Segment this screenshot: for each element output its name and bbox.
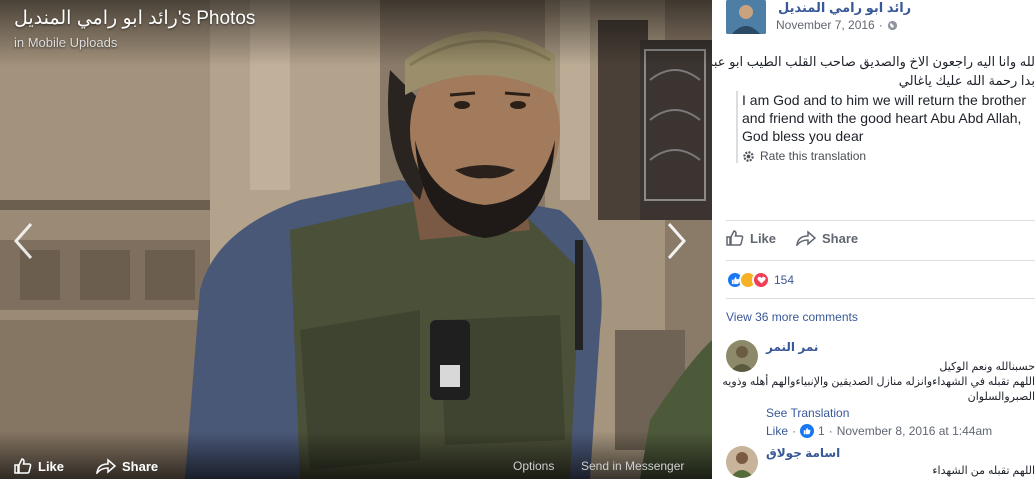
post-like-label: Like <box>750 230 777 246</box>
photo-viewer: رائد ابو رامي المنديل's Photos in Mobile… <box>0 0 712 479</box>
post-text-line: لله وانا اليه راجعون الاخ والصديق صاحب ا… <box>712 54 1035 69</box>
thumbs-up-icon <box>14 458 32 474</box>
viewer-topbar: رائد ابو رامي المنديل's Photos in Mobile… <box>0 0 712 66</box>
photo-image <box>0 0 712 479</box>
comment-line: حسبنالله ونعم الوكيل <box>939 361 1035 373</box>
post-actions: Like Share <box>726 230 858 246</box>
meta-separator: · <box>792 424 797 438</box>
avatar-image <box>726 0 766 34</box>
viewer-bottombar: Like Share Options Send in Messenger <box>0 431 712 479</box>
viewer-like-label: Like <box>38 458 65 474</box>
post-text-line: بدا رحمة الله عليك ياغالي <box>898 73 1035 88</box>
comment-like-link[interactable]: Like <box>766 424 788 438</box>
meta-separator: · <box>878 18 883 32</box>
post-text-arabic: لله وانا اليه راجعون الاخ والصديق صاحب ا… <box>712 52 1035 90</box>
comment-text: حسبنالله ونعم الوكيل اللهم تقبله في الشه… <box>722 360 1035 405</box>
viewer-share-label: Share <box>122 458 159 474</box>
commenter-name[interactable]: اسامة جولاق <box>766 446 840 460</box>
viewer-share-button[interactable]: Share <box>96 458 158 474</box>
reaction-count: 154 <box>774 273 795 287</box>
translation-line: I am God and to him we will return the b… <box>742 92 1027 108</box>
chevron-left-icon <box>13 223 33 259</box>
gear-icon <box>743 150 754 162</box>
post-header: رائد ابو رامي المنديل November 7, 2016 · <box>726 0 1026 40</box>
options-link[interactable]: Options <box>513 459 554 473</box>
photo[interactable] <box>0 0 712 479</box>
meta-separator: · <box>828 424 833 438</box>
comment-item: اسامة جولاق اللهم تقبله من الشهداء <box>726 446 1035 479</box>
rate-translation-link[interactable]: Rate this translation <box>742 149 1035 163</box>
love-reaction-icon <box>752 271 770 289</box>
like-reaction-icon <box>800 424 815 438</box>
comment-item: نمر النمر حسبنالله ونعم الوكيل اللهم تقب… <box>722 340 1035 440</box>
chevron-right-icon <box>667 223 687 259</box>
see-translation-link[interactable]: See Translation <box>766 406 849 420</box>
album-title[interactable]: رائد ابو رامي المنديل's Photos <box>14 7 255 30</box>
send-in-messenger-link[interactable]: Send in Messenger <box>581 459 684 473</box>
divider <box>726 220 1035 221</box>
comment-like-count[interactable]: 1 <box>818 424 825 438</box>
post-share-button[interactable]: Share <box>796 230 858 246</box>
divider <box>726 298 1035 299</box>
translation-line: and friend with the good heart Abu Abd A… <box>742 110 1022 126</box>
post-like-button[interactable]: Like <box>726 230 776 246</box>
comment-text: اللهم تقبله من الشهداء <box>735 464 1035 479</box>
globe-icon <box>887 20 897 30</box>
share-arrow-icon <box>796 230 817 246</box>
rate-translation-label: Rate this translation <box>760 149 867 163</box>
post-date[interactable]: November 7, 2016 <box>776 18 875 32</box>
post-panel: رائد ابو رامي المنديل November 7, 2016 ·… <box>712 0 1035 479</box>
album-subtitle[interactable]: in Mobile Uploads <box>14 35 117 50</box>
reaction-summary[interactable]: 154 <box>726 271 794 289</box>
comment-line: اللهم تقبله من الشهداء <box>932 465 1035 477</box>
comment-date[interactable]: November 8, 2016 at 1:44am <box>837 424 992 438</box>
thumbs-up-icon <box>726 230 744 246</box>
post-author-name[interactable]: رائد ابو رامي المنديل <box>778 0 911 16</box>
view-more-comments-link[interactable]: View 36 more comments <box>726 310 858 324</box>
commenter-name[interactable]: نمر النمر <box>766 340 818 354</box>
post-translation: I am God and to him we will return the b… <box>736 91 1035 163</box>
share-arrow-icon <box>96 458 116 474</box>
post-share-label: Share <box>822 230 859 246</box>
divider <box>726 260 1035 261</box>
comment-line: الصبروالسلوان <box>967 391 1035 403</box>
viewer-like-button[interactable]: Like <box>14 458 64 474</box>
translation-line: God bless you dear <box>742 128 864 144</box>
post-meta: November 7, 2016 · <box>776 18 898 32</box>
next-photo-button[interactable] <box>662 218 692 264</box>
comment-meta: Like · 1 · November 8, 2016 at 1:44am <box>766 424 992 438</box>
author-avatar[interactable] <box>726 0 766 34</box>
comment-line: اللهم تقبله في الشهداءوانزله منازل الصدي… <box>722 376 1035 388</box>
previous-photo-button[interactable] <box>8 218 38 264</box>
